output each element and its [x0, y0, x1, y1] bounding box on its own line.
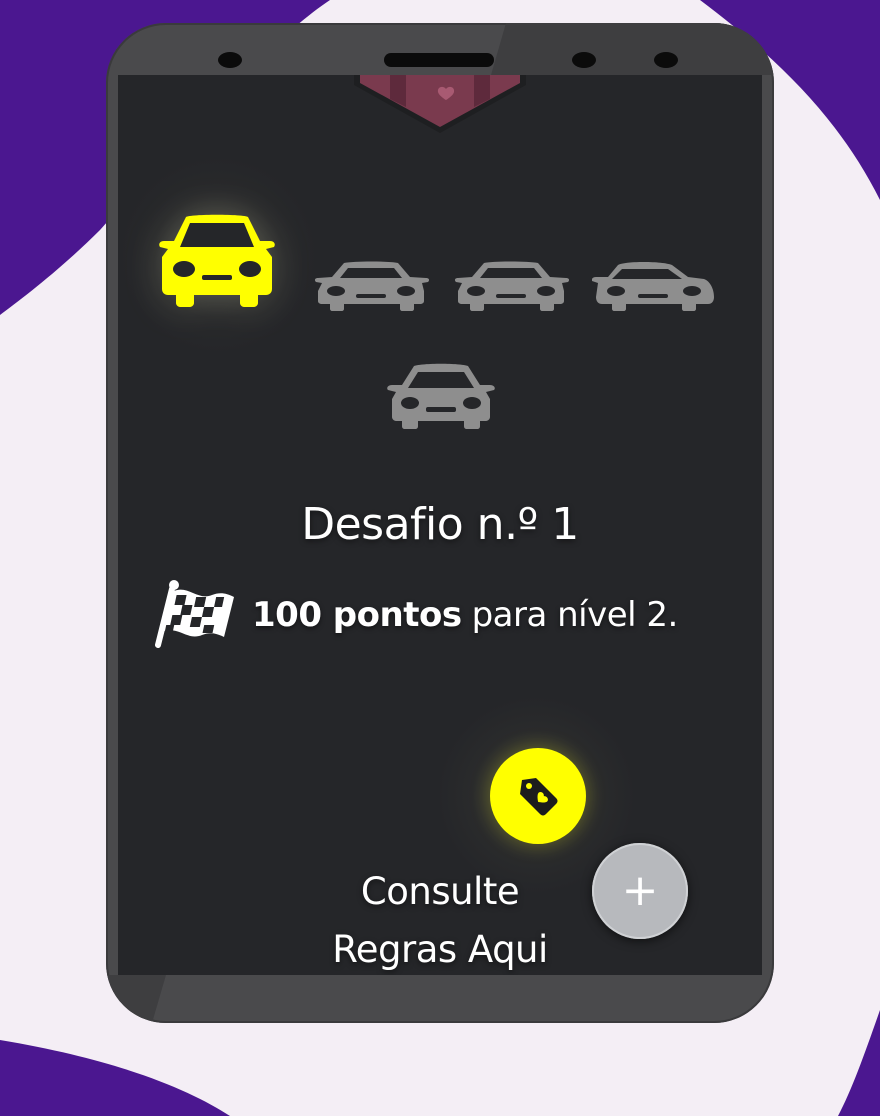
goal-row: 100 pontos para nível 2. — [154, 580, 679, 648]
screen: Desafio n.º 1 100 pontos para nível 2. C… — [118, 75, 762, 975]
goal-points: 100 pontos — [252, 595, 462, 635]
plus-button[interactable]: + — [592, 843, 688, 939]
rules-line-2: Regras Aqui — [332, 928, 548, 971]
top-banner — [354, 75, 526, 133]
car-icon-locked — [454, 261, 570, 311]
car-icon-active — [156, 213, 278, 307]
heart-tag-icon — [520, 778, 558, 816]
checkered-flag-icon — [155, 580, 234, 648]
sensor-dot — [654, 52, 678, 68]
sensor-dot — [572, 52, 596, 68]
challenge-title: Desafio n.º 1 — [301, 499, 579, 550]
camera-dot — [218, 52, 242, 68]
phone-frame: Desafio n.º 1 100 pontos para nível 2. C… — [106, 23, 774, 1023]
car-icon-locked — [386, 363, 496, 429]
speaker-slot — [384, 53, 494, 67]
car-icon-locked — [592, 261, 716, 311]
plus-icon: + — [621, 865, 659, 916]
phone-glare-bottom — [106, 975, 166, 1023]
rewards-tag-button[interactable] — [490, 748, 586, 844]
goal-level-text: para nível 2. — [471, 595, 679, 635]
car-icon-locked — [314, 261, 430, 311]
rules-link[interactable]: Consulte Regras Aqui — [278, 863, 602, 975]
rules-line-1: Consulte — [360, 870, 520, 913]
phone-glare-top — [491, 23, 774, 75]
